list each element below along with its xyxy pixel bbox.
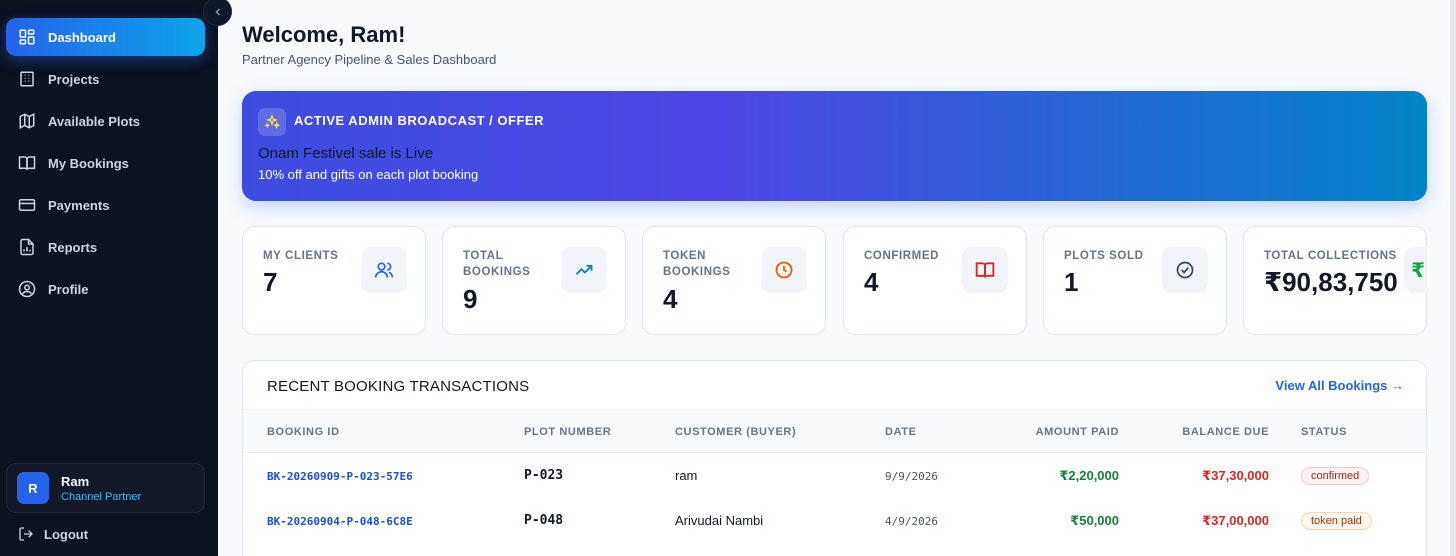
stat-card-token-bookings: TOKEN BOOKINGS 4 bbox=[642, 226, 826, 335]
check-circle-icon bbox=[1162, 247, 1208, 293]
recent-transactions-card: RECENT BOOKING TRANSACTIONS View All Boo… bbox=[242, 360, 1427, 556]
sidebar-item-label: Profile bbox=[48, 281, 89, 297]
user-info: Ram Channel Partner bbox=[61, 474, 141, 503]
report-icon bbox=[18, 238, 36, 256]
booking-id[interactable]: BK-20260904-P-048-6C8E bbox=[267, 515, 413, 528]
stat-card-plots-sold: PLOTS SOLD 1 bbox=[1043, 226, 1227, 335]
stat-label: MY CLIENTS bbox=[263, 250, 339, 262]
sidebar-item-label: Payments bbox=[48, 197, 110, 213]
stat-card-confirmed: CONFIRMED 4 bbox=[843, 226, 1027, 335]
sidebar-item-reports[interactable]: Reports bbox=[6, 228, 205, 266]
stat-label: TOTAL BOOKINGS bbox=[463, 250, 531, 278]
stat-label: PLOTS SOLD bbox=[1064, 250, 1144, 262]
sidebar-item-projects[interactable]: Projects bbox=[6, 60, 205, 98]
broadcast-title: Onam Festivel sale is Live bbox=[258, 145, 434, 162]
building-icon bbox=[18, 70, 36, 88]
sidebar-item-profile[interactable]: Profile bbox=[6, 270, 205, 308]
profile-icon bbox=[18, 280, 36, 298]
stat-value: 1 bbox=[1064, 267, 1079, 297]
column-header: CUSTOMER (BUYER) bbox=[675, 426, 797, 438]
sidebar-item-label: Available Plots bbox=[48, 113, 140, 129]
status-badge: confirmed bbox=[1301, 467, 1370, 485]
column-header: AMOUNT PAID bbox=[1035, 426, 1119, 438]
user-name: Ram bbox=[61, 473, 90, 489]
chevron-left-icon bbox=[215, 8, 220, 15]
stat-card-my-clients: MY CLIENTS 7 bbox=[242, 226, 426, 335]
customer-name: Arivudai Nambi bbox=[675, 513, 764, 528]
column-header: DATE bbox=[885, 426, 917, 438]
page-scrollbar[interactable] bbox=[1450, 0, 1456, 556]
table-row[interactable]: BK-20260909-P-023-57E6 P-023 ram 9/9/202… bbox=[243, 454, 1426, 499]
user-role: Channel Partner bbox=[61, 490, 142, 503]
logout-label: Logout bbox=[44, 526, 89, 542]
sidebar-item-my-bookings[interactable]: My Bookings bbox=[6, 144, 205, 182]
table-header: BOOKING ID PLOT NUMBER CUSTOMER (BUYER) … bbox=[243, 409, 1426, 453]
status-badge: token paid bbox=[1301, 512, 1372, 530]
column-header: BALANCE DUE bbox=[1182, 426, 1269, 438]
sidebar-item-dashboard[interactable]: Dashboard bbox=[6, 18, 205, 56]
book-icon bbox=[18, 154, 36, 172]
balance-due: ₹37,00,000 bbox=[1202, 513, 1269, 528]
stat-card-total-bookings: TOTAL BOOKINGS 9 bbox=[442, 226, 626, 335]
page-title: Welcome, Ram! bbox=[242, 22, 406, 47]
booking-date: 4/9/2026 bbox=[885, 515, 938, 528]
customer-name: ram bbox=[675, 468, 698, 483]
sidebar-nav: Dashboard Projects Available Plots My Bo… bbox=[6, 18, 205, 312]
column-header: STATUS bbox=[1301, 426, 1347, 438]
sidebar-item-label: Projects bbox=[48, 71, 100, 87]
booking-date: 9/9/2026 bbox=[885, 470, 938, 483]
balance-due: ₹37,30,000 bbox=[1202, 468, 1269, 483]
stat-value: 9 bbox=[463, 284, 478, 314]
clock-icon bbox=[761, 247, 807, 293]
sidebar-item-label: My Bookings bbox=[48, 155, 129, 171]
logout-icon bbox=[19, 527, 33, 541]
stat-card-total-collections: TOTAL COLLECTIONS ₹90,83,750 ₹ bbox=[1243, 226, 1427, 335]
column-header: BOOKING ID bbox=[267, 426, 340, 438]
plot-number: P-048 bbox=[524, 513, 564, 528]
sidebar-item-label: Reports bbox=[48, 239, 98, 255]
broadcast-banner: ACTIVE ADMIN BROADCAST / OFFER Onam Fest… bbox=[242, 91, 1427, 201]
broadcast-text: 10% off and gifts on each plot booking bbox=[258, 167, 479, 182]
avatar: R bbox=[17, 472, 49, 504]
stat-value: 4 bbox=[864, 267, 879, 297]
logout-button[interactable]: Logout bbox=[18, 526, 88, 542]
sidebar-item-payments[interactable]: Payments bbox=[6, 186, 205, 224]
sidebar: Dashboard Projects Available Plots My Bo… bbox=[0, 0, 218, 556]
stat-label: TOTAL COLLECTIONS bbox=[1264, 250, 1397, 262]
broadcast-label: ACTIVE ADMIN BROADCAST / OFFER bbox=[294, 113, 544, 128]
column-header: PLOT NUMBER bbox=[524, 426, 612, 438]
table-row[interactable]: BK-20260904-P-048-6C8E P-048 Arivudai Na… bbox=[243, 499, 1426, 544]
stat-value: 4 bbox=[663, 284, 678, 314]
sidebar-collapse-button[interactable] bbox=[203, 0, 232, 26]
book-open-icon bbox=[962, 247, 1008, 293]
trending-up-icon bbox=[561, 247, 607, 293]
dashboard-icon bbox=[18, 28, 36, 46]
sidebar-item-label: Dashboard bbox=[48, 29, 116, 45]
booking-id[interactable]: BK-20260909-P-023-57E6 bbox=[267, 470, 413, 483]
plot-number: P-023 bbox=[524, 468, 564, 483]
map-icon bbox=[18, 112, 36, 130]
sparkles-icon bbox=[258, 108, 286, 136]
stat-value: 7 bbox=[263, 267, 278, 297]
page-subtitle: Partner Agency Pipeline & Sales Dashboar… bbox=[242, 52, 497, 67]
section-title: RECENT BOOKING TRANSACTIONS bbox=[267, 378, 530, 395]
users-icon bbox=[361, 247, 407, 293]
rupee-icon: ₹ bbox=[1404, 247, 1427, 293]
view-all-bookings-link[interactable]: View All Bookings → bbox=[1275, 378, 1404, 393]
stat-value: ₹90,83,750 bbox=[1264, 267, 1398, 297]
amount-paid: ₹2,20,000 bbox=[1059, 468, 1119, 483]
card-icon bbox=[18, 196, 36, 214]
stat-label: CONFIRMED bbox=[864, 250, 940, 262]
stat-label: TOKEN BOOKINGS bbox=[663, 250, 731, 278]
amount-paid: ₹50,000 bbox=[1070, 513, 1119, 528]
user-card[interactable]: R Ram Channel Partner bbox=[6, 463, 205, 513]
sidebar-item-available-plots[interactable]: Available Plots bbox=[6, 102, 205, 140]
